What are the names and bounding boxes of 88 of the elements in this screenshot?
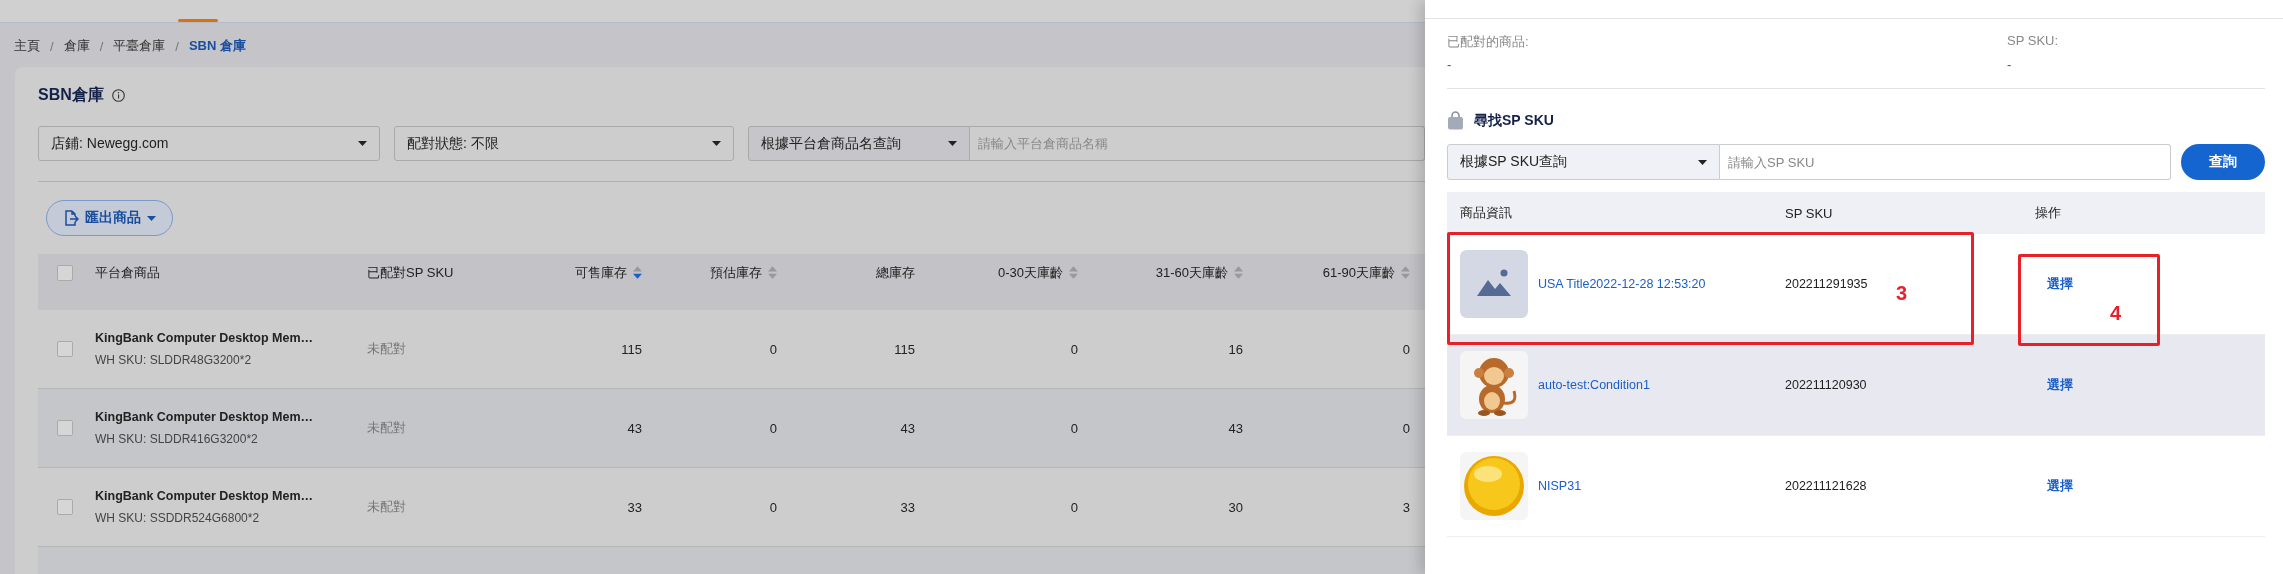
sku-cell-text: 202211121628 — [1785, 479, 1868, 493]
product-link[interactable]: USA Title2022-12-28 12:53:20 — [1538, 277, 1706, 291]
select-link[interactable]: 選擇 — [2035, 478, 2073, 493]
column-header: 商品資訊 — [1459, 204, 1513, 222]
table-cell: 0 — [1402, 420, 1410, 436]
column-header: 總庫存 — [876, 263, 915, 282]
store-dropdown[interactable]: 店鋪: Newegg.com — [38, 126, 381, 161]
row-checkbox[interactable] — [56, 499, 73, 515]
field-label: 已配對的商品: — [1447, 33, 1530, 51]
match-status: 未配對 — [367, 498, 407, 516]
highlighted-row[interactable]: auto-test:Condition1 202211120930 選擇 — [1447, 335, 2265, 436]
match-status: 未配對 — [367, 340, 407, 358]
table-cell: 0 — [1070, 420, 1078, 436]
match-status: 未配對 — [367, 419, 407, 437]
column-header: 0-30天庫齡 — [997, 263, 1063, 282]
breadcrumb-separator: / — [99, 38, 104, 54]
table-cell: 30 — [1228, 499, 1243, 515]
search-field[interactable]: 請輸入平台倉商品名稱 — [970, 126, 1425, 161]
field-label: SP SKU: — [2007, 33, 2060, 50]
wh-sku: WH SKU: SSDDR524G6800*2 — [95, 511, 261, 525]
column-header: 已配對SP SKU — [367, 263, 454, 282]
table-cell: 0 — [1070, 341, 1078, 357]
caret-icon — [948, 141, 958, 146]
column-header: 61-90天庫齡 — [1322, 263, 1395, 282]
field-value: - — [1447, 57, 1453, 72]
column-header: 平台倉商品 — [95, 263, 160, 282]
sort-icon[interactable] — [633, 265, 642, 280]
sort-icon[interactable] — [1069, 265, 1078, 280]
breadcrumb-item[interactable]: 主頁 — [14, 37, 40, 55]
breadcrumb-item[interactable]: 平臺倉庫 — [113, 37, 166, 55]
table-cell: 3 — [1402, 499, 1410, 515]
product-title: KingBank Computer Desktop Mem… — [95, 410, 315, 424]
breadcrumb-item: SBN 倉庫 — [188, 37, 246, 55]
row-checkbox[interactable] — [56, 341, 73, 357]
caret-icon — [712, 141, 722, 146]
table-cell: 33 — [627, 499, 642, 515]
sort-icon[interactable] — [1234, 265, 1243, 280]
section-title: 尋找SP SKU — [1474, 111, 1554, 130]
table-cell: 43 — [900, 420, 915, 436]
table-cell: 33 — [900, 499, 915, 515]
breadcrumb-item[interactable]: 倉庫 — [63, 37, 90, 55]
table-cell: 0 — [1070, 499, 1078, 515]
image-placeholder-icon — [1460, 250, 1528, 318]
column-header: SP SKU — [1785, 205, 1834, 221]
sort-icon[interactable] — [768, 265, 777, 280]
column-header: 可售庫存 — [575, 263, 627, 282]
search-button[interactable]: 查詢 — [2181, 144, 2265, 180]
table-cell: 0 — [769, 420, 777, 436]
table-cell: 16 — [1228, 341, 1243, 357]
row-checkbox[interactable] — [56, 420, 73, 436]
product-title: KingBank Computer Desktop Mem… — [95, 331, 315, 345]
sku-search-field[interactable]: 請輸入SP SKU — [1720, 144, 2171, 180]
sort-icon[interactable] — [1401, 265, 1410, 280]
page-title: SBN倉庫 — [38, 85, 104, 105]
select-link[interactable]: 選擇 — [2035, 276, 2073, 291]
table-cell: 43 — [627, 420, 642, 436]
column-header: 31-60天庫齡 — [1155, 263, 1228, 282]
breadcrumb-separator: / — [50, 38, 54, 54]
product-link[interactable]: NISP31 — [1538, 479, 1582, 493]
select-all-checkbox[interactable] — [56, 264, 73, 281]
shopping-bag-icon — [1447, 111, 1464, 130]
table-cell: 115 — [621, 341, 642, 357]
export-button[interactable]: 匯出商品 — [46, 200, 173, 236]
field-value: - — [2007, 57, 2013, 72]
match-status-dropdown[interactable]: 配對狀態: 不限 — [394, 126, 735, 161]
table-cell: 115 — [894, 341, 915, 357]
column-header: 操作 — [2035, 204, 2062, 222]
column-header: 預估庫存 — [710, 263, 762, 282]
search-mode-dropdown[interactable]: 根據SP SKU查詢 — [1447, 144, 1720, 180]
sku-cell-text: 202211120930 — [1785, 378, 1868, 392]
caret-icon — [1698, 159, 1707, 165]
breadcrumb-separator: / — [175, 38, 179, 54]
table-cell: 0 — [1402, 341, 1410, 357]
caret-icon — [358, 141, 368, 146]
export-icon — [63, 210, 79, 226]
tab-indicator — [178, 19, 218, 22]
table-cell: 0 — [769, 341, 777, 357]
product-title: KingBank Computer Desktop Mem… — [95, 489, 315, 503]
table-cell: 43 — [1228, 420, 1243, 436]
table-cell: 0 — [769, 499, 777, 515]
search-mode-dropdown[interactable]: 根據平台倉商品名查詢 — [748, 126, 971, 161]
product-link[interactable]: auto-test:Condition1 — [1538, 378, 1650, 392]
info-icon[interactable] — [111, 89, 125, 102]
select-link[interactable]: 選擇 — [2035, 377, 2073, 392]
caret-icon — [147, 215, 156, 221]
wh-sku: WH SKU: SLDDR416G3200*2 — [95, 432, 259, 446]
sku-cell-text: 202211291935 — [1785, 277, 1869, 291]
wh-sku: WH SKU: SLDDR48G3200*2 — [95, 353, 253, 367]
